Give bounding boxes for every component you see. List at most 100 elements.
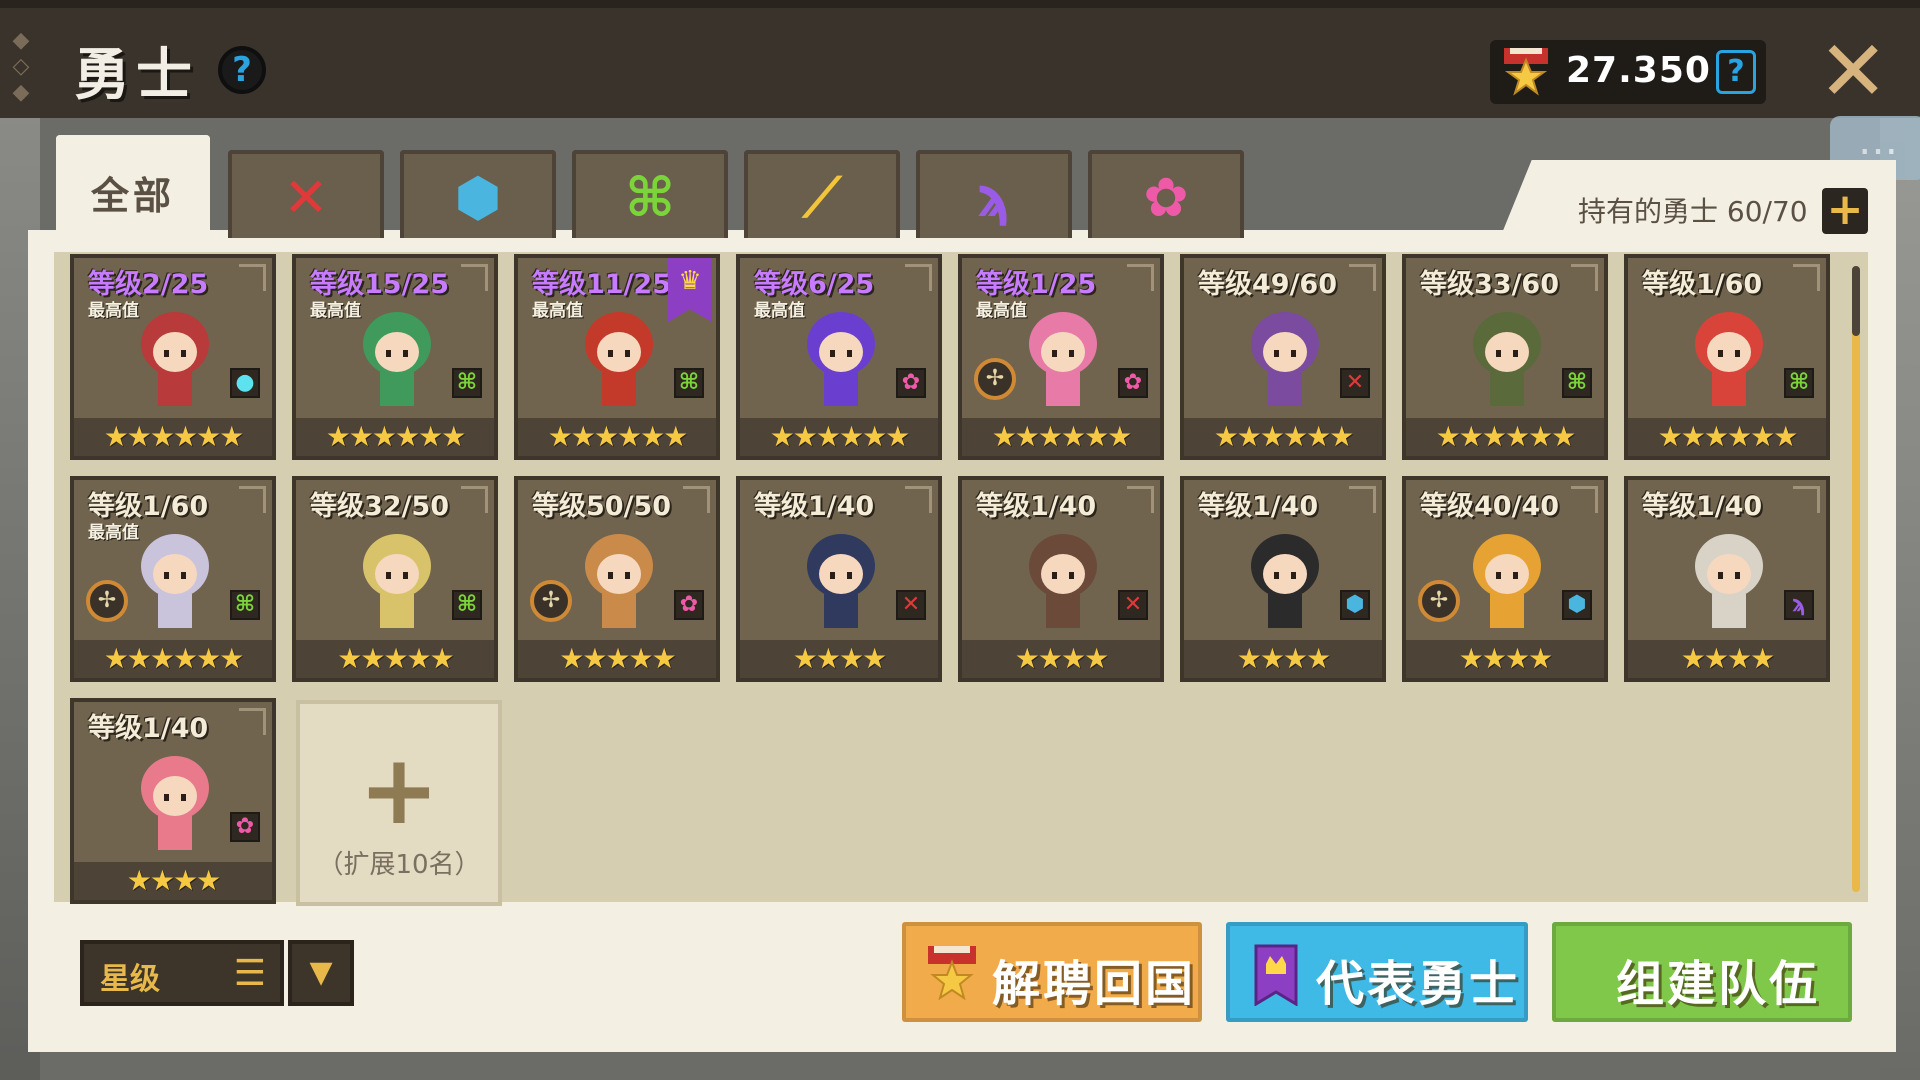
warrior-class-icon: ✕ [283, 166, 329, 229]
tab-archer[interactable]: ⌘ [572, 150, 728, 238]
hero-class-icon: ⌘ [452, 368, 482, 398]
hero-portrait [1251, 312, 1319, 406]
representative-label: 代表勇士 [1316, 956, 1521, 1012]
star-rating: ★★★★★★ [518, 418, 716, 456]
hero-card[interactable]: 等级11/25 最高值 ♛ ⌘ ★★★★★★ [514, 254, 720, 460]
hero-portrait [1695, 312, 1763, 406]
compass-icon: ✢ [974, 358, 1016, 400]
hero-class-icon: ⌘ [674, 368, 704, 398]
hero-card[interactable]: 等级40/40 ✢ ⬢ ★★★★ [1402, 476, 1608, 682]
dismiss-button[interactable]: 解聘回国 [902, 922, 1202, 1022]
list-icon: ☰ [233, 953, 266, 994]
hero-card[interactable]: 等级1/40 ✕ ★★★★ [958, 476, 1164, 682]
hero-level: 等级1/40 [754, 491, 875, 522]
currency-display: 27.350 ? [1490, 40, 1766, 104]
card-corner-ornament [1349, 264, 1376, 291]
max-badge: 最高值 [88, 523, 139, 543]
star-rating: ★★★★★★ [1628, 418, 1826, 456]
hero-class-icon: ✿ [674, 590, 704, 620]
tab-all[interactable]: 全部 [56, 135, 210, 243]
star-rating: ★★★★ [962, 640, 1160, 678]
currency-help-button[interactable]: ? [1716, 50, 1756, 94]
hero-class-icon: ⬢ [1562, 590, 1592, 620]
hero-level: 等级1/40 [1198, 491, 1319, 522]
tab-mage[interactable]: ϡ [916, 150, 1072, 238]
hero-card[interactable]: 等级6/25 最高值 ✿ ★★★★★★ [736, 254, 942, 460]
hero-class-icon: ⌘ [1562, 368, 1592, 398]
hero-portrait [141, 756, 209, 850]
currency-amount: 27.350 [1566, 50, 1711, 91]
expand-slot-caption: （扩展10名） [317, 850, 481, 880]
hero-card[interactable]: 等级50/50 ✢ ✿ ★★★★★ [514, 476, 720, 682]
hero-level: 等级50/50 [532, 491, 672, 522]
star-rating: ★★★★ [74, 862, 272, 900]
sort-label: 星级 [100, 962, 160, 997]
tab-warrior[interactable]: ✕ [228, 150, 384, 238]
star-rating: ★★★★★★ [1184, 418, 1382, 456]
card-corner-ornament [683, 486, 710, 513]
max-badge: 最高值 [310, 301, 361, 321]
hero-card[interactable]: 等级15/25 最高值 ⌘ ★★★★★★ [292, 254, 498, 460]
hero-level: 等级40/40 [1420, 491, 1560, 522]
banner-icon [1254, 944, 1298, 1006]
hero-class-icon: ✿ [230, 812, 260, 842]
card-corner-ornament [239, 264, 266, 291]
compass-icon: ✢ [1418, 580, 1460, 622]
hero-card[interactable]: 等级33/60 ⌘ ★★★★★★ [1402, 254, 1608, 460]
hero-portrait [363, 534, 431, 628]
sort-dropdown-button[interactable]: ▼ [288, 940, 354, 1006]
hero-card[interactable]: 等级49/60 ✕ ★★★★★★ [1180, 254, 1386, 460]
dismiss-label: 解聘回国 [992, 956, 1197, 1012]
scrollbar-track[interactable] [1852, 266, 1860, 892]
hero-card[interactable]: 等级1/60 最高值 ✢ ⌘ ★★★★★★ [70, 476, 276, 682]
help-button[interactable]: ? [218, 46, 266, 94]
hero-card[interactable]: 等级1/40 ϡ ★★★★ [1624, 476, 1830, 682]
hero-card[interactable]: 等级1/40 ✕ ★★★★ [736, 476, 942, 682]
hero-class-icon: ϡ [1784, 590, 1814, 620]
hero-class-icon: ⌘ [452, 590, 482, 620]
hero-level: 等级1/40 [88, 713, 209, 744]
card-corner-ornament [1127, 264, 1154, 291]
star-rating: ★★★★★★ [962, 418, 1160, 456]
tab-gunner[interactable]: ⟋ [744, 150, 900, 238]
mage-class-icon: ϡ [977, 166, 1011, 229]
hero-portrait [1029, 534, 1097, 628]
hero-card[interactable]: 等级32/50 ⌘ ★★★★★ [292, 476, 498, 682]
build-team-button[interactable]: 组建队伍 [1552, 922, 1852, 1022]
star-rating: ★★★★ [1628, 640, 1826, 678]
star-rating: ★★★★ [740, 640, 938, 678]
hero-level: 等级32/50 [310, 491, 450, 522]
hero-class-icon: ● [230, 368, 260, 398]
expand-roster-button[interactable]: + [1822, 188, 1868, 234]
hero-card[interactable]: 等级1/40 ⬢ ★★★★ [1180, 476, 1386, 682]
close-button[interactable]: ✕ [1818, 29, 1888, 113]
hero-level: 等级49/60 [1198, 269, 1338, 300]
expand-slot-card[interactable]: + （扩展10名） [296, 700, 502, 906]
card-corner-ornament [905, 264, 932, 291]
hero-portrait [1695, 534, 1763, 628]
hero-card[interactable]: 等级2/25 最高值 ● ★★★★★★ [70, 254, 276, 460]
hero-portrait [1473, 534, 1541, 628]
gunner-class-icon: ⟋ [803, 166, 841, 229]
star-rating: ★★★★★★ [1406, 418, 1604, 456]
card-corner-ornament [1349, 486, 1376, 513]
scrollbar-thumb[interactable] [1852, 266, 1860, 336]
tab-tank[interactable]: ⬢ [400, 150, 556, 238]
medal-icon [928, 946, 976, 1001]
hero-card[interactable]: 等级1/40 ✿ ★★★★ [70, 698, 276, 904]
card-corner-ornament [1793, 486, 1820, 513]
hero-class-icon: ✕ [1340, 368, 1370, 398]
star-rating: ★★★★ [1406, 640, 1604, 678]
star-rating: ★★★★★★ [74, 418, 272, 456]
tab-label: 全部 [90, 174, 175, 218]
ornament-icon: ◆ ◇ ◆ [12, 28, 30, 105]
card-corner-ornament [239, 708, 266, 735]
hero-card[interactable]: 等级1/60 ⌘ ★★★★★★ [1624, 254, 1830, 460]
tab-healer[interactable]: ✿ [1088, 150, 1244, 238]
star-rating: ★★★★★ [518, 640, 716, 678]
hero-card[interactable]: 等级1/25 最高值 ✢ ✿ ★★★★★★ [958, 254, 1164, 460]
sort-select[interactable]: 星级 ☰ [80, 940, 284, 1006]
representative-button[interactable]: 代表勇士 [1226, 922, 1528, 1022]
card-corner-ornament [905, 486, 932, 513]
compass-icon: ✢ [530, 580, 572, 622]
